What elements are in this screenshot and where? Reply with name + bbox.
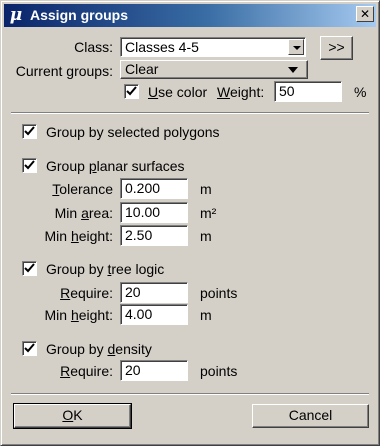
checkmark-icon [24,263,35,273]
planar-min-height-label: Min height: [44,228,114,244]
close-button[interactable]: ✕ [356,6,374,22]
planar-min-height-unit: m [200,228,212,244]
density-require-input[interactable]: 20 [120,360,188,381]
tree-min-height-label: Min height: [44,307,114,323]
class-dropdown-button[interactable] [288,39,304,55]
group-by-polygons-checkbox[interactable] [22,124,37,139]
min-area-input[interactable]: 10.00 [120,202,188,223]
close-icon: ✕ [359,7,371,21]
weight-label: Weight: [217,84,265,100]
tree-require-unit: points [200,285,238,301]
weight-input[interactable]: 50 [274,81,342,102]
weight-unit: % [354,84,367,100]
more-classes-button[interactable]: >> [320,36,353,60]
group-tree-label: Group by tree logic [46,261,165,277]
group-density-label: Group by density [46,341,152,357]
tree-require-label: Require: [60,285,113,301]
ok-button[interactable]: OK [13,403,132,429]
min-area-unit: m² [200,205,217,221]
tree-min-height-unit: m [200,307,212,323]
group-planar-label: Group planar surfaces [46,158,185,174]
current-groups-label: Current groups: [15,63,113,79]
cancel-button[interactable]: Cancel [252,404,369,428]
section-divider [11,112,369,114]
density-require-unit: points [200,363,238,379]
tolerance-unit: m [200,181,212,197]
chevron-down-icon [293,46,301,50]
planar-min-height-input[interactable]: 2.50 [120,225,188,246]
checkmark-icon [24,126,35,136]
section-divider [11,393,369,395]
tolerance-input[interactable]: 0.200 [120,178,188,199]
tree-require-input[interactable]: 20 [120,282,188,303]
group-density-checkbox[interactable] [22,341,37,356]
window-title: Assign groups [30,7,129,23]
tolerance-label: Tolerance [52,181,113,197]
use-color-checkbox[interactable] [124,84,139,99]
checkmark-icon [24,160,35,170]
current-groups-value: Clear [125,61,159,77]
class-combobox[interactable]: Classes 4-5 [120,37,306,57]
title-bar[interactable]: μ Assign groups ✕ [4,4,376,27]
group-planar-checkbox[interactable] [22,158,37,173]
class-label: Class: [74,39,113,55]
checkmark-icon [24,343,35,353]
current-groups-combobox[interactable]: Clear [120,60,308,79]
min-area-label: Min area: [54,205,113,221]
group-by-polygons-label: Group by selected polygons [46,124,220,140]
class-value: Classes 4-5 [125,39,199,55]
density-require-label: Require: [60,363,113,379]
tree-min-height-input[interactable]: 4.00 [120,304,188,325]
assign-groups-dialog: μ Assign groups ✕ Class: Classes 4-5 >> … [0,0,380,446]
checkmark-icon [126,86,137,96]
chevron-down-icon [288,67,298,73]
app-mu-icon: μ [9,5,23,25]
use-color-label: Use color [148,84,208,100]
group-tree-checkbox[interactable] [22,261,37,276]
